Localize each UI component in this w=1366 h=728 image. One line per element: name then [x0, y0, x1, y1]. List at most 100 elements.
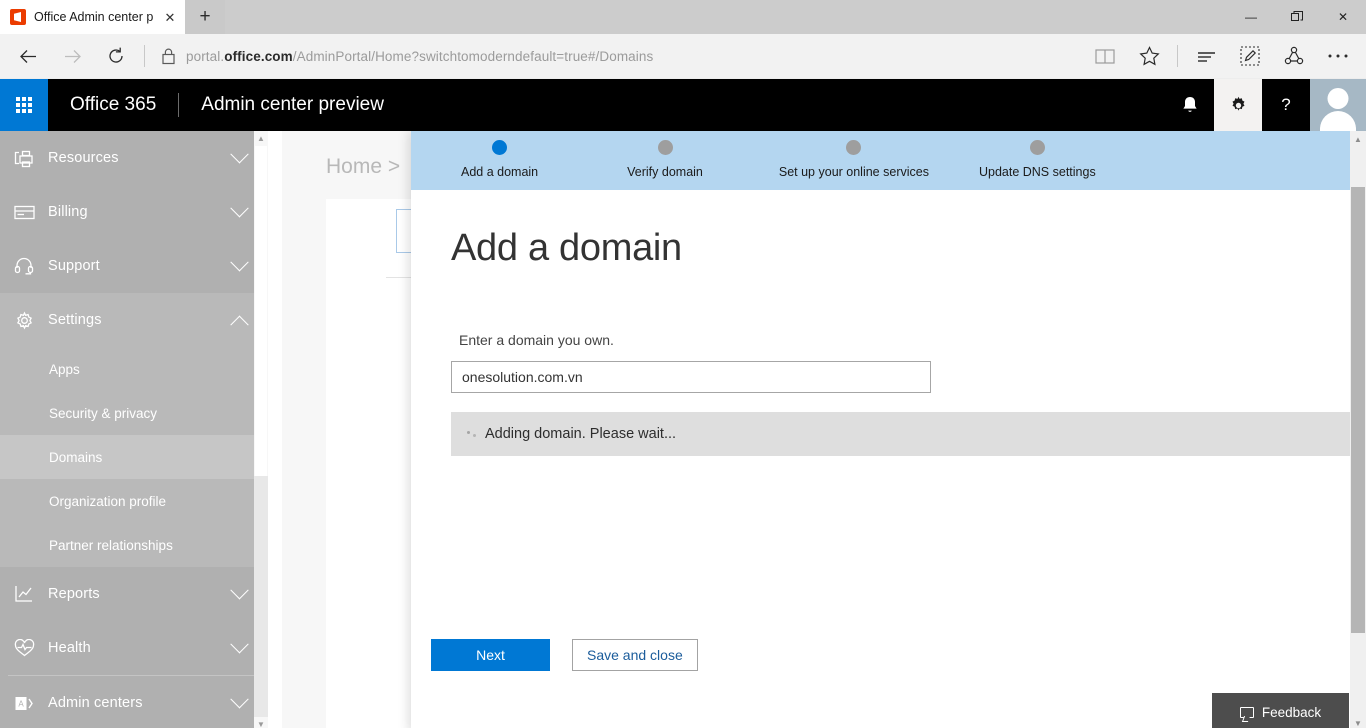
help-button[interactable]: ?	[1262, 79, 1310, 131]
avatar[interactable]	[1310, 79, 1366, 131]
resources-icon	[14, 147, 48, 169]
app-launcher-icon	[16, 97, 32, 113]
url-prefix: portal.	[186, 49, 224, 64]
chevron-down-icon	[230, 253, 248, 271]
brand-label[interactable]: Office 365	[48, 79, 178, 131]
restore-button[interactable]	[1274, 0, 1320, 34]
domain-input[interactable]	[451, 361, 931, 393]
wizard-steps: Add a domain Verify domain Set up your o…	[411, 131, 1350, 190]
forward-button[interactable]	[50, 37, 94, 75]
minimize-button[interactable]: —	[1228, 0, 1274, 34]
avatar-head-icon	[1328, 88, 1349, 109]
sidebar-item-security-privacy[interactable]: Security & privacy	[0, 391, 268, 435]
sidebar-item-domains[interactable]: Domains	[0, 435, 268, 479]
sidebar-item-health[interactable]: Health	[0, 621, 268, 675]
sidebar-label: Billing	[48, 204, 88, 220]
feedback-label: Feedback	[1262, 705, 1321, 720]
settings-button[interactable]	[1214, 79, 1262, 131]
url-domain: office.com	[224, 49, 293, 64]
scroll-down-icon[interactable]: ▼	[257, 717, 265, 728]
app-name-label: Admin center preview	[179, 79, 406, 131]
sidebar-scroll-track[interactable]	[254, 476, 268, 717]
add-domain-panel: Add a domain Verify domain Set up your o…	[411, 131, 1350, 728]
sidebar-label: Support	[48, 258, 100, 274]
hub-button[interactable]	[1184, 37, 1228, 75]
url-path: /AdminPortal/Home?switchtomoderndefault=…	[293, 49, 654, 64]
wizard-step-verify-domain[interactable]: Verify domain	[613, 140, 717, 179]
step-label: Verify domain	[627, 165, 703, 179]
browser-tabstrip: Office Admin center pre ✕ + — ✕	[0, 0, 1366, 34]
sidebar-item-billing[interactable]: Billing	[0, 185, 268, 239]
favorites-button[interactable]	[1127, 37, 1171, 75]
wizard-step-update-dns[interactable]: Update DNS settings	[965, 140, 1110, 179]
chevron-down-icon	[230, 581, 248, 599]
scroll-up-icon[interactable]: ▲	[257, 131, 265, 146]
web-note-button[interactable]	[1228, 37, 1272, 75]
sidebar-item-partner-relationships[interactable]: Partner relationships	[0, 523, 268, 567]
browser-navbar: portal.office.com/AdminPortal/Home?switc…	[0, 34, 1366, 79]
page-scrollbar[interactable]: ▲ ▼	[1350, 131, 1366, 728]
save-and-close-button[interactable]: Save and close	[572, 639, 698, 671]
more-settings-button[interactable]	[1316, 37, 1360, 75]
favorites-star-icon	[1139, 46, 1160, 66]
office-icon	[10, 9, 26, 25]
sidebar-label: Settings	[48, 312, 102, 328]
next-button[interactable]: Next	[431, 639, 550, 671]
chevron-down-icon	[230, 690, 248, 708]
billing-icon	[14, 201, 48, 223]
suite-bar: Office 365 Admin center preview ?	[0, 79, 1366, 131]
share-button[interactable]	[1272, 37, 1316, 75]
restore-icon	[1291, 11, 1303, 23]
sidebar-item-settings[interactable]: Settings	[0, 293, 268, 347]
avatar-body-icon	[1320, 111, 1356, 131]
share-icon	[1284, 46, 1304, 66]
wizard-step-setup-services[interactable]: Set up your online services	[765, 140, 943, 179]
tab-close-icon[interactable]: ✕	[161, 8, 179, 26]
page-scroll-up-icon[interactable]: ▲	[1354, 131, 1362, 148]
reading-view-button[interactable]	[1083, 37, 1127, 75]
notifications-button[interactable]	[1166, 79, 1214, 131]
sidebar-label: Health	[48, 640, 91, 656]
admin-centers-icon: A	[14, 692, 48, 714]
chevron-up-icon	[230, 315, 248, 333]
status-message-bar: Adding domain. Please wait...	[451, 412, 1350, 456]
refresh-button[interactable]	[94, 37, 138, 75]
browser-tab[interactable]: Office Admin center pre ✕	[0, 0, 185, 34]
sidebar-item-reports[interactable]: Reports	[0, 567, 268, 621]
sidebar-item-resources[interactable]: Resources	[0, 131, 268, 185]
sidebar-item-apps[interactable]: Apps	[0, 347, 268, 391]
sidebar-item-organization-profile[interactable]: Organization profile	[0, 479, 268, 523]
sidebar-label: Resources	[48, 150, 119, 166]
page-scroll-down-icon[interactable]: ▼	[1354, 715, 1362, 728]
bell-icon	[1181, 95, 1199, 115]
sidebar-scroll-thumb[interactable]	[255, 146, 267, 476]
app-launcher-button[interactable]	[0, 79, 48, 131]
lock-icon	[161, 47, 176, 65]
step-label: Add a domain	[461, 165, 538, 179]
new-tab-button[interactable]: +	[185, 0, 225, 34]
sidebar-item-support[interactable]: Support	[0, 239, 268, 293]
settings-gear-icon	[14, 309, 48, 331]
close-window-button[interactable]: ✕	[1320, 0, 1366, 34]
more-icon	[1327, 53, 1349, 59]
chevron-down-icon	[230, 199, 248, 217]
feedback-bubble-icon	[1240, 707, 1254, 718]
address-bar[interactable]: portal.office.com/AdminPortal/Home?switc…	[151, 37, 1083, 75]
chevron-down-icon	[230, 635, 248, 653]
settings-subnav: Apps Security & privacy Domains Organiza…	[0, 347, 268, 567]
page-viewport: Resources Billing	[0, 131, 1366, 728]
wizard-step-add-domain[interactable]: Add a domain	[447, 140, 552, 179]
panel-action-buttons: Next Save and close	[431, 639, 698, 671]
page-scroll-thumb[interactable]	[1351, 187, 1365, 633]
sidebar-label: Reports	[48, 586, 100, 602]
back-button[interactable]	[6, 37, 50, 75]
chevron-down-icon	[230, 145, 248, 163]
sidebar-item-admin-centers[interactable]: A Admin centers	[0, 676, 268, 728]
toolbar-divider	[1177, 45, 1178, 67]
step-dot-icon	[658, 140, 673, 155]
step-label: Set up your online services	[779, 165, 929, 179]
loading-spinner-icon	[467, 431, 476, 438]
navbar-divider	[144, 45, 145, 67]
feedback-button[interactable]: Feedback	[1212, 693, 1349, 728]
sidebar-scrollbar[interactable]: ▲ ▼	[254, 131, 268, 728]
